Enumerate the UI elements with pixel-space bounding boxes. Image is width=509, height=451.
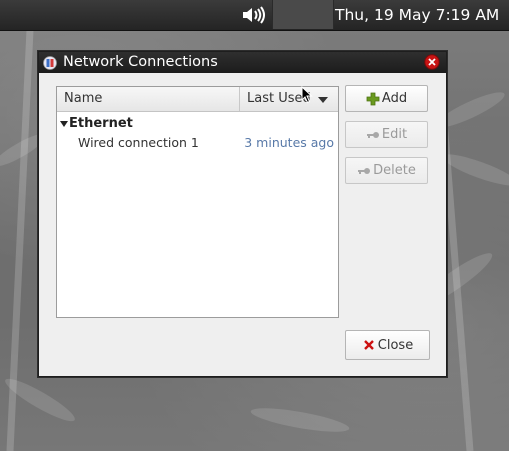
delete-button-label: Delete — [373, 163, 416, 178]
list-header: Name Last Used — [57, 87, 338, 112]
speaker-volume-icon[interactable] — [240, 5, 268, 25]
group-row-ethernet[interactable]: Ethernet — [57, 115, 338, 133]
column-name-label: Name — [64, 91, 103, 106]
expander-arrow-icon[interactable] — [60, 121, 68, 127]
sort-descending-icon — [318, 97, 328, 103]
connection-row[interactable]: Wired connection 1 3 minutes ago — [57, 133, 338, 152]
close-button[interactable]: Close — [345, 330, 430, 360]
network-manager-icon — [43, 55, 57, 70]
window-close-icon[interactable] — [424, 54, 440, 70]
add-button-label: Add — [381, 91, 408, 106]
close-button-label: Close — [377, 337, 414, 353]
connection-list[interactable]: Name Last Used Ethernet Wired connection… — [56, 86, 339, 318]
column-header-name[interactable]: Name — [57, 87, 240, 111]
network-connections-window: Network Connections Name Last Used Ether… — [38, 51, 447, 377]
panel-tray-slot[interactable] — [272, 0, 334, 29]
window-titlebar[interactable]: Network Connections — [39, 52, 446, 73]
connection-name: Wired connection 1 — [78, 135, 199, 150]
column-header-last-used[interactable]: Last Used — [240, 87, 338, 111]
panel-clock[interactable]: Thu, 19 May 7:19 AM — [335, 0, 499, 30]
connection-last-used: 3 minutes ago — [244, 135, 334, 150]
close-x-icon — [362, 338, 376, 352]
window-title: Network Connections — [63, 54, 218, 70]
add-button[interactable]: Add — [345, 85, 428, 112]
plus-icon — [366, 92, 380, 106]
mouse-pointer-icon — [301, 85, 313, 104]
edit-button-label: Edit — [381, 127, 408, 142]
group-label: Ethernet — [69, 116, 133, 131]
edit-key-icon — [366, 128, 380, 142]
edit-button[interactable]: Edit — [345, 121, 428, 148]
delete-button[interactable]: Delete — [345, 157, 428, 184]
delete-key-icon — [357, 164, 371, 178]
top-panel: Thu, 19 May 7:19 AM — [0, 0, 509, 31]
